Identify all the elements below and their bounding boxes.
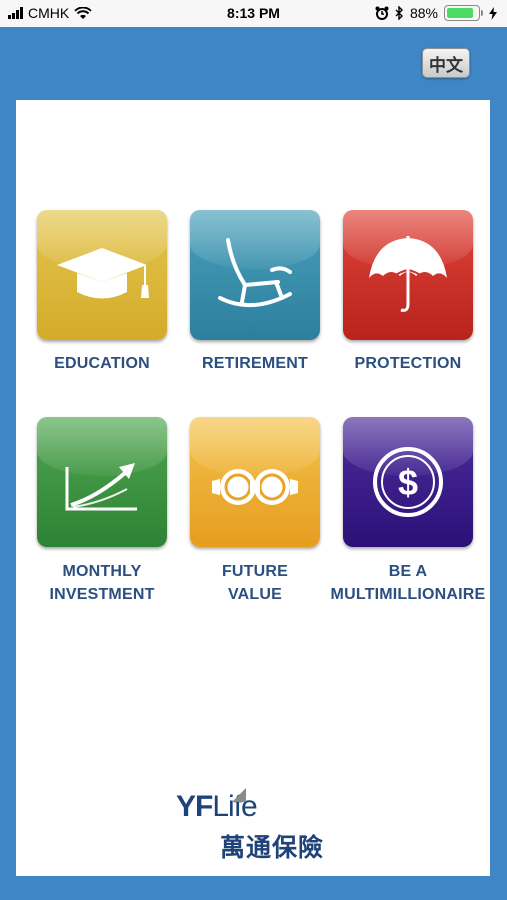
future-value-label: FUTURE VALUE xyxy=(221,563,289,603)
language-toggle-button[interactable]: 中文 xyxy=(422,48,470,78)
status-bar-right: 88% xyxy=(375,5,497,21)
battery-icon xyxy=(444,5,480,21)
monthly-investment-tile[interactable] xyxy=(37,417,167,547)
yf-life-logo: YFLife 萬通保險 xyxy=(176,788,336,862)
battery-cap xyxy=(481,10,483,16)
main-panel: EDUCATION RETIREMENT PROTECTION MONTHLY … xyxy=(16,100,490,876)
retirement-label: RETIREMENT xyxy=(202,355,308,372)
retirement-tile[interactable] xyxy=(190,210,320,340)
education-tile[interactable] xyxy=(37,210,167,340)
rocking-chair-icon xyxy=(218,238,292,308)
multimillionaire-tile[interactable]: $ xyxy=(343,417,473,547)
monthly-investment-label: MONTHLY INVESTMENT xyxy=(49,563,155,603)
battery-percent: 88% xyxy=(409,5,438,21)
logo-accent-icon xyxy=(232,788,246,802)
future-value-tile[interactable] xyxy=(190,417,320,547)
svg-text:$: $ xyxy=(398,462,418,503)
multimillionaire-label: BE A MULTIMILLIONAIRE xyxy=(330,563,486,603)
logo-chinese-name: 萬通保險 xyxy=(220,834,325,862)
charging-bolt-icon xyxy=(489,6,497,20)
protection-label: PROTECTION xyxy=(354,355,462,372)
bluetooth-icon xyxy=(395,6,403,20)
protection-tile[interactable] xyxy=(343,210,473,340)
education-label: EDUCATION xyxy=(54,355,150,372)
alarm-clock-icon xyxy=(375,6,389,20)
binoculars-icon xyxy=(212,469,298,505)
growth-chart-icon xyxy=(65,463,137,511)
umbrella-icon xyxy=(369,236,447,312)
dollar-coin-icon: $ xyxy=(373,447,443,517)
graduation-cap-icon xyxy=(57,248,149,299)
status-bar: CMHK 8:13 PM 88% xyxy=(0,0,507,27)
